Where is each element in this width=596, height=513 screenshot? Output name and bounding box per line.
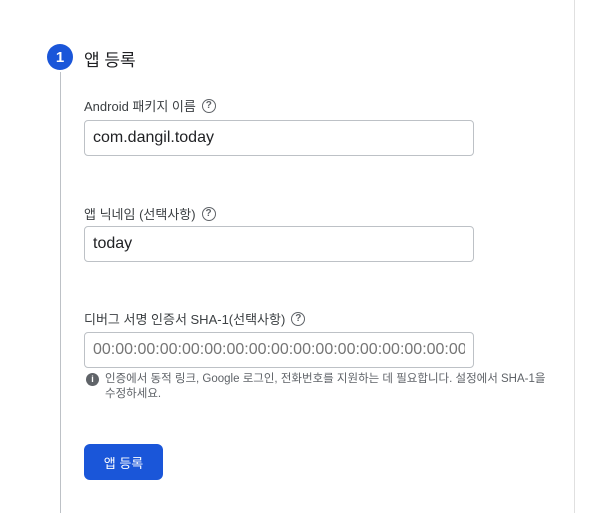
nickname-label: 앱 닉네임 (선택사항) ? [84, 204, 216, 223]
sha1-hint-text: 인증에서 동적 링크, Google 로그인, 전화번호를 지원하는 데 필요합… [105, 373, 546, 400]
sha1-label-text: 디버그 서명 인증서 SHA-1(선택사항) [84, 312, 286, 327]
panel-divider [574, 0, 575, 513]
info-icon: i [86, 373, 99, 386]
help-icon[interactable]: ? [201, 98, 216, 113]
nickname-label-text: 앱 닉네임 (선택사항) [84, 207, 196, 222]
sha1-hint: i 인증에서 동적 링크, Google 로그인, 전화번호를 지원하는 데 필… [86, 372, 546, 402]
sha1-label: 디버그 서명 인증서 SHA-1(선택사항) ? [84, 309, 306, 328]
help-icon[interactable]: ? [201, 206, 216, 221]
step-number-badge: 1 [47, 44, 73, 70]
sha1-input[interactable] [84, 332, 474, 368]
nickname-input[interactable] [84, 226, 474, 262]
package-name-label-text: Android 패키지 이름 [84, 99, 196, 114]
package-name-input[interactable] [84, 120, 474, 156]
register-app-button[interactable]: 앱 등록 [84, 444, 163, 480]
package-name-label: Android 패키지 이름 ? [84, 96, 216, 115]
app-registration-panel: 1 앱 등록 Android 패키지 이름 ? 앱 닉네임 (선택사항) ? 디… [0, 0, 596, 513]
step-title: 앱 등록 [84, 51, 136, 70]
help-icon[interactable]: ? [291, 311, 306, 326]
step-connector-line [60, 72, 61, 513]
